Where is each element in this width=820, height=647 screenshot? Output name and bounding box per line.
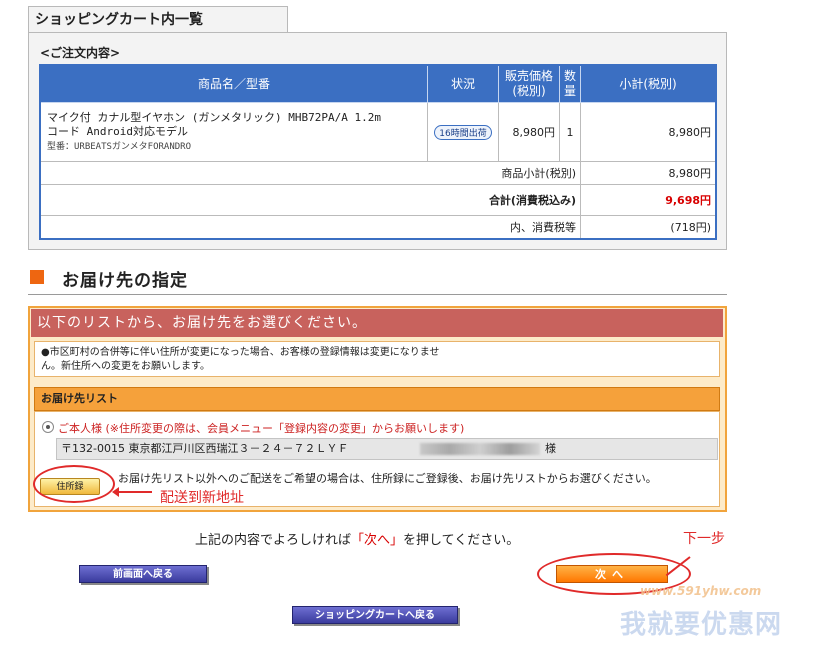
address-redaction: [420, 443, 540, 455]
product-name-line1: マイク付 カナル型イヤホン (ガンメタリック) MHB72PA/A 1.2m: [47, 110, 381, 124]
tax-value: (718円): [580, 215, 717, 240]
product-cell: マイク付 カナル型イヤホン (ガンメタリック) MHB72PA/A 1.2m コ…: [39, 102, 428, 162]
address-change-notice: ●市区町村の合併等に伴い住所が変更になった場合、お客様の登録情報は変更になりませ…: [34, 341, 720, 377]
header-price: 販売価格 (税別): [498, 64, 560, 103]
total-label: 合計(消費税込み): [39, 184, 581, 216]
qty-cell: 1: [559, 102, 581, 162]
delivery-box-title: 以下のリストから、お届け先をお選びください。: [31, 309, 723, 337]
watermark-url: www.591yhw.com: [640, 584, 762, 598]
confirm-suffix: を押してください。: [403, 533, 520, 548]
total-row: 合計(消費税込み) 9,698円: [39, 184, 717, 216]
divider: [28, 294, 727, 295]
self-address-label: ご本人様 (※住所変更の際は、会員メニュー「登録内容の変更」からお願いします): [58, 422, 465, 435]
annotation-next-step: 下一步: [683, 531, 725, 547]
cart-table: 商品名／型番 状況 販売価格 (税別) 数 量 小計(税別) マイク付 カナル型…: [39, 64, 717, 240]
table-row: マイク付 カナル型イヤホン (ガンメタリック) MHB72PA/A 1.2m コ…: [39, 102, 717, 162]
status-badge: 16時間出荷: [434, 124, 492, 140]
annotation-new-address: 配送到新地址: [160, 490, 244, 506]
header-qty-line2: 量: [563, 84, 576, 98]
item-subtotal-cell: 8,980円: [580, 102, 717, 162]
subtotal-row: 商品小計(税別) 8,980円: [39, 161, 717, 185]
address-text: 〒132-0015 東京都江戸川区西瑞江３－２４－７２ＬＹＦ: [61, 442, 349, 455]
notice-line1: ●市区町村の合併等に伴い住所が変更になった場合、お客様の登録情報は変更になりませ: [41, 347, 440, 358]
header-subtotal: 小計(税別): [580, 64, 717, 103]
header-product: 商品名／型番: [39, 64, 428, 103]
subtotal-label: 商品小計(税別): [39, 161, 581, 185]
delivery-heading: お届け先の指定: [62, 271, 188, 291]
tax-row: 内、消費税等 (718円): [39, 215, 717, 240]
cart-tab-title: ショッピングカート内一覧: [28, 6, 288, 32]
confirm-highlight: 「次へ」: [351, 533, 404, 548]
tax-label: 内、消費税等: [39, 215, 581, 240]
header-price-line1: 販売価格: [504, 69, 553, 83]
section-marker-icon: [30, 270, 44, 284]
status-cell: 16時間出荷: [427, 102, 499, 162]
header-price-line2: (税別): [512, 84, 546, 98]
order-contents-label: <ご注文内容>: [40, 46, 121, 60]
back-button[interactable]: 前画面へ戻る: [79, 565, 207, 583]
confirm-message: 上記の内容でよろしければ「次へ」を押してください。: [195, 529, 519, 548]
other-address-note: お届け先リスト以外へのご配送をご希望の場合は、住所録にご登録後、お届け先リストか…: [118, 472, 657, 485]
total-value: 9,698円: [580, 184, 717, 216]
cart-table-header-row: 商品名／型番 状況 販売価格 (税別) 数 量 小計(税別): [39, 64, 717, 103]
confirm-prefix: 上記の内容でよろしければ: [195, 533, 352, 548]
subtotal-value: 8,980円: [580, 161, 717, 185]
notice-line2: ん。新住所への変更をお願いします。: [41, 361, 210, 372]
address-suffix: 様: [545, 442, 556, 455]
watermark-logo: 我就要优惠网: [620, 610, 783, 640]
header-status: 状況: [427, 64, 499, 103]
annotation-arrow-icon: [112, 487, 152, 497]
address-display: 〒132-0015 東京都江戸川区西瑞江３－２４－７２ＬＹＦ 様: [56, 438, 718, 460]
header-qty-line1: 数: [563, 69, 576, 83]
price-cell: 8,980円: [498, 102, 560, 162]
delivery-list-title: お届け先リスト: [34, 387, 720, 411]
self-address-radio[interactable]: [42, 421, 54, 433]
header-qty: 数 量: [559, 64, 581, 103]
product-model: 型番：URBEATSガンメタFORANDRO: [47, 141, 192, 152]
product-name-line2: コード Android対応モデル: [47, 124, 188, 138]
annotation-circle-address-book: [33, 465, 115, 503]
back-to-cart-button[interactable]: ショッピングカートへ戻る: [292, 606, 458, 624]
